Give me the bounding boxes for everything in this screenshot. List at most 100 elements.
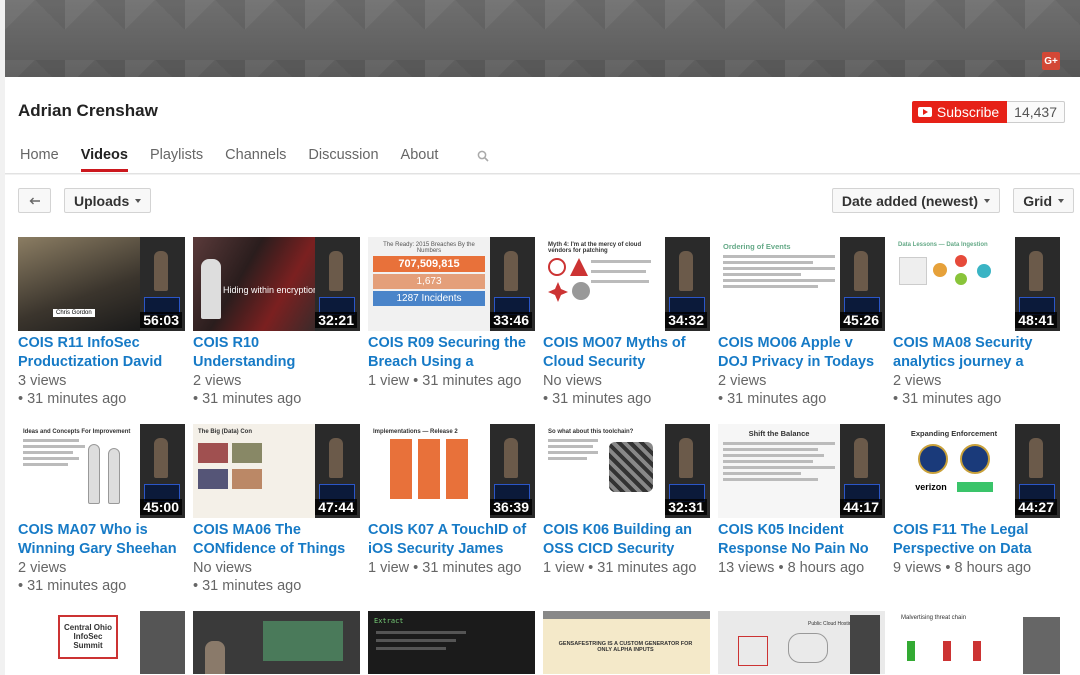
video-thumbnail[interactable]: Malvertising threat chain xyxy=(893,611,1060,674)
video-title[interactable]: COIS K05 Incident Response No Pain No xyxy=(718,521,885,559)
video-thumbnail[interactable]: Public Cloud Hosting Model xyxy=(718,611,885,674)
video-thumbnail[interactable]: Myth 4: I'm at the mercy of cloud vendor… xyxy=(543,237,710,331)
video-thumbnail[interactable]: Central Ohio InfoSec Summit xyxy=(18,611,185,674)
back-button[interactable] xyxy=(18,188,51,213)
video-card[interactable]: GENSAFESTRING IS A CUSTOM GENERATOR FOR … xyxy=(543,611,710,674)
video-card[interactable]: Shift the Balance 44:17 COIS K05 Inciden… xyxy=(718,424,885,577)
thumbnail-slide: Ordering of Events xyxy=(718,237,840,331)
video-duration: 32:21 xyxy=(315,312,357,328)
video-meta: 1 view • 31 minutes ago xyxy=(543,560,697,576)
chevron-down-icon xyxy=(984,198,990,203)
video-thumbnail[interactable]: Ideas and Concepts For Improvement 45:00 xyxy=(18,424,185,518)
video-card[interactable]: Data Lessons — Data Ingestion 48:41 COIS… xyxy=(893,237,1060,408)
video-title[interactable]: COIS MA06 The CONfidence of Things xyxy=(193,521,360,559)
search-icon[interactable] xyxy=(477,150,489,162)
video-card[interactable]: Public Cloud Hosting Model xyxy=(718,611,885,674)
tab-videos[interactable]: Videos xyxy=(80,147,128,172)
thumbnail-slide: Myth 4: I'm at the mercy of cloud vendor… xyxy=(543,237,665,331)
thumbnail-slide: Central Ohio InfoSec Summit xyxy=(18,611,140,674)
thumbnail-caption: Hiding within encryption xyxy=(223,285,319,295)
uploads-dropdown[interactable]: Uploads xyxy=(64,188,152,213)
thumbnail-slide: The Ready: 2015 Breaches By the Numbers … xyxy=(368,237,490,331)
tab-about[interactable]: About xyxy=(401,147,439,172)
video-duration: 44:17 xyxy=(840,499,882,515)
video-title[interactable]: COIS K07 A TouchID of iOS Security James xyxy=(368,521,535,559)
video-title[interactable]: COIS K06 Building an OSS CICD Security xyxy=(543,521,710,559)
video-card[interactable]: Hiding within encryption 32:21 COIS R10 … xyxy=(193,237,360,408)
channel-header: Adrian Crenshaw Subscribe 14,437 Home Vi… xyxy=(5,77,1080,174)
thumbnail-caption: Chris Gordon xyxy=(53,309,95,317)
video-card[interactable]: Extract xyxy=(368,611,535,674)
video-duration: 34:32 xyxy=(665,312,707,328)
video-card[interactable]: Central Ohio InfoSec Summit xyxy=(18,611,185,674)
video-thumbnail[interactable]: Hiding within encryption 32:21 xyxy=(193,237,360,331)
video-card[interactable]: Malvertising threat chain xyxy=(893,611,1060,674)
sort-label: Date added (newest) xyxy=(841,192,978,209)
video-duration: 44:27 xyxy=(1015,499,1057,515)
video-title[interactable]: COIS R10 Understanding xyxy=(193,334,360,372)
videos-content: Uploads Date added (newest) Grid Chris G… xyxy=(5,175,1080,675)
tab-playlists[interactable]: Playlists xyxy=(150,147,203,172)
thumbnail-slide: Data Lessons — Data Ingestion xyxy=(893,237,1015,331)
video-title[interactable]: COIS R11 InfoSec Productization David xyxy=(18,334,185,372)
thumbnail-slide: Implementations — Release 2 xyxy=(368,424,490,518)
video-thumbnail[interactable]: Shift the Balance 44:17 xyxy=(718,424,885,518)
video-card[interactable]: The Ready: 2015 Breaches By the Numbers … xyxy=(368,237,535,390)
tab-discussion[interactable]: Discussion xyxy=(308,147,378,172)
video-duration: 36:39 xyxy=(490,499,532,515)
video-duration: 33:46 xyxy=(490,312,532,328)
video-title[interactable]: COIS MO06 Apple v DOJ Privacy in Todays xyxy=(718,334,885,372)
video-meta: 1 view • 31 minutes ago xyxy=(368,560,522,576)
video-thumbnail[interactable]: Implementations — Release 2 36:39 xyxy=(368,424,535,518)
video-age: • 31 minutes ago xyxy=(193,391,302,407)
video-views: 2 views xyxy=(193,373,242,389)
tab-channels[interactable]: Channels xyxy=(225,147,286,172)
video-thumbnail[interactable]: Extract xyxy=(368,611,535,674)
video-thumbnail[interactable]: GENSAFESTRING IS A CUSTOM GENERATOR FOR … xyxy=(543,611,710,674)
video-thumbnail[interactable]: The Big (Data) Con 47:44 xyxy=(193,424,360,518)
video-duration: 45:00 xyxy=(140,499,182,515)
video-card[interactable]: Ideas and Concepts For Improvement 45:00… xyxy=(18,424,185,595)
video-card[interactable]: Chris Gordon 56:03 COIS R11 InfoSec Prod… xyxy=(18,237,185,408)
video-thumbnail[interactable]: Expanding Enforcement verizon 44:27 xyxy=(893,424,1060,518)
view-dropdown[interactable]: Grid xyxy=(1013,188,1074,213)
chevron-down-icon xyxy=(1058,198,1064,203)
channel-name[interactable]: Adrian Crenshaw xyxy=(18,101,158,121)
stormtrooper-figure xyxy=(201,259,221,319)
video-thumbnail[interactable]: Data Lessons — Data Ingestion 48:41 xyxy=(893,237,1060,331)
thumbnail-slide: The Big (Data) Con xyxy=(193,424,315,518)
video-card[interactable]: Myth 4: I'm at the mercy of cloud vendor… xyxy=(543,237,710,408)
video-card[interactable]: So what about this toolchain? 32:31 COIS… xyxy=(543,424,710,577)
video-card[interactable] xyxy=(193,611,360,674)
video-age: • 31 minutes ago xyxy=(18,578,127,594)
video-title[interactable]: COIS MA08 Security analytics journey a xyxy=(893,334,1060,372)
video-duration: 45:26 xyxy=(840,312,882,328)
video-title[interactable]: COIS F11 The Legal Perspective on Data xyxy=(893,521,1060,559)
subscribe-button[interactable]: Subscribe xyxy=(911,101,1008,123)
google-plus-icon[interactable]: G+ xyxy=(1042,52,1060,70)
video-meta: 1 view • 31 minutes ago xyxy=(368,373,522,389)
video-meta: 13 views • 8 hours ago xyxy=(718,560,865,576)
sort-dropdown[interactable]: Date added (newest) xyxy=(831,188,1000,213)
video-title[interactable]: COIS MO07 Myths of Cloud Security xyxy=(543,334,710,372)
video-thumbnail[interactable] xyxy=(193,611,360,674)
video-thumbnail[interactable]: Ordering of Events 45:26 xyxy=(718,237,885,331)
video-duration: 56:03 xyxy=(140,312,182,328)
video-card[interactable]: The Big (Data) Con 47:44 COIS MA06 The C… xyxy=(193,424,360,595)
video-views: 2 views xyxy=(718,373,767,389)
thumbnail-slide: So what about this toolchain? xyxy=(543,424,665,518)
video-age: • 31 minutes ago xyxy=(193,578,302,594)
video-duration: 48:41 xyxy=(1015,312,1057,328)
video-views: 2 views xyxy=(893,373,942,389)
video-thumbnail[interactable]: The Ready: 2015 Breaches By the Numbers … xyxy=(368,237,535,331)
video-title[interactable]: COIS MA07 Who is Winning Gary Sheehan xyxy=(18,521,185,559)
video-card[interactable]: Expanding Enforcement verizon 44:27 COIS… xyxy=(893,424,1060,577)
video-thumbnail[interactable]: Chris Gordon 56:03 xyxy=(18,237,185,331)
video-card[interactable]: Implementations — Release 2 36:39 COIS K… xyxy=(368,424,535,577)
video-card[interactable]: Ordering of Events 45:26 COIS MO06 Apple… xyxy=(718,237,885,408)
tab-home[interactable]: Home xyxy=(20,147,59,172)
video-thumbnail[interactable]: So what about this toolchain? 32:31 xyxy=(543,424,710,518)
video-title[interactable]: COIS R09 Securing the Breach Using a Hol… xyxy=(368,334,535,372)
video-age: • 31 minutes ago xyxy=(543,391,652,407)
thumbnail-slide: Expanding Enforcement verizon xyxy=(893,424,1015,518)
